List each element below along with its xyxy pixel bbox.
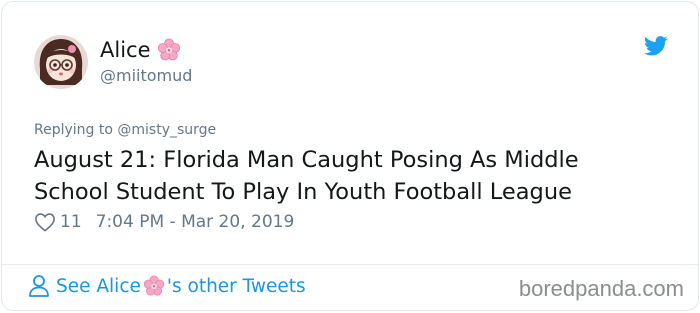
user-names: Alice @miitomud: [100, 37, 192, 87]
like-count[interactable]: 11: [60, 212, 82, 232]
display-name[interactable]: Alice: [100, 37, 151, 63]
tweet-header: Alice @miitomud: [34, 32, 192, 92]
twitter-bird-icon[interactable]: [644, 36, 668, 56]
tweet-meta: 11 7:04 PM - Mar 20, 2019: [34, 212, 294, 232]
watermark: boredpanda.com: [518, 276, 684, 301]
avatar-image: [34, 35, 88, 89]
avatar[interactable]: [34, 35, 88, 89]
replying-to: Replying to @misty_surge: [34, 122, 217, 138]
cherry-blossom-icon: [157, 38, 181, 62]
tweet-text: August 21: Florida Man Caught Posing As …: [34, 147, 579, 205]
person-icon: [29, 275, 49, 297]
cherry-blossom-icon: [143, 275, 165, 297]
user-handle[interactable]: @miitomud: [100, 65, 192, 87]
heart-icon[interactable]: [34, 212, 56, 232]
tweet-timestamp[interactable]: 7:04 PM - Mar 20, 2019: [96, 212, 295, 232]
see-other-prefix: See Alice: [56, 275, 141, 297]
see-other-tweets-link[interactable]: See Alice 's other Tweets: [28, 274, 306, 298]
tweet-card: Alice @miitomud Replying to @misty_surge…: [1, 1, 699, 311]
see-other-suffix: 's other Tweets: [166, 275, 306, 297]
divider: [2, 264, 698, 265]
display-name-row: Alice: [100, 37, 192, 63]
